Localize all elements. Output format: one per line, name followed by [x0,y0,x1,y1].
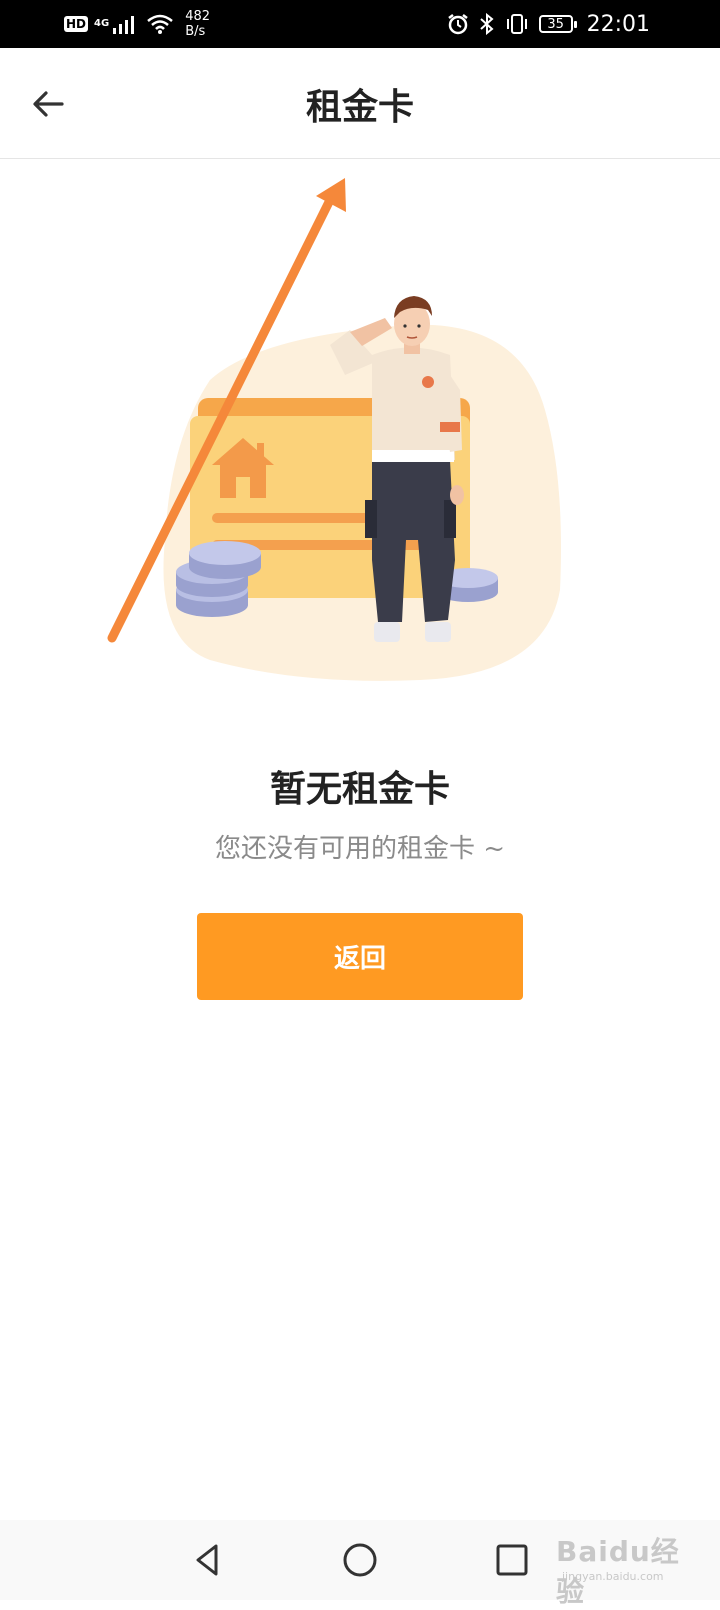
watermark-url: jingyan.baidu.com [562,1570,664,1583]
battery-indicator: 35 [538,15,577,33]
empty-state-subtitle: 您还没有可用的租金卡 ~ [214,834,506,864]
hd-badge: HD [64,16,89,32]
speed-unit: B/s [185,24,206,39]
nav-recent-button[interactable] [490,1538,534,1582]
empty-state-illustration [107,178,561,681]
network-type: 4G [94,18,110,29]
app-bar: 租金卡 [0,48,720,159]
page-title: 租金卡 [305,86,414,128]
wifi-icon [147,14,173,34]
nav-home-button[interactable] [338,1538,382,1582]
clock: 22:01 [586,11,650,37]
triangle-back-icon [196,1544,218,1576]
square-recent-icon [496,1544,528,1576]
network-speed: 482 B/s [185,9,210,39]
empty-state-title: 暂无租金卡 [269,768,450,810]
status-bar: HD 4G 482 B/s 35 22:01 [0,0,720,48]
bluetooth-icon [479,13,494,35]
signal-icon [113,16,135,34]
return-button[interactable]: 返回 [197,913,523,1000]
circle-home-icon [343,1543,377,1577]
alarm-icon [447,14,468,35]
status-right: 35 22:01 [437,8,650,40]
status-left: HD 4G 482 B/s [64,8,210,40]
speed-value: 482 [185,9,211,24]
nav-back-button[interactable] [186,1538,230,1582]
vibrate-icon [506,14,527,34]
watermark: Baidu经验 jingyan.baidu.com [556,1520,696,1608]
